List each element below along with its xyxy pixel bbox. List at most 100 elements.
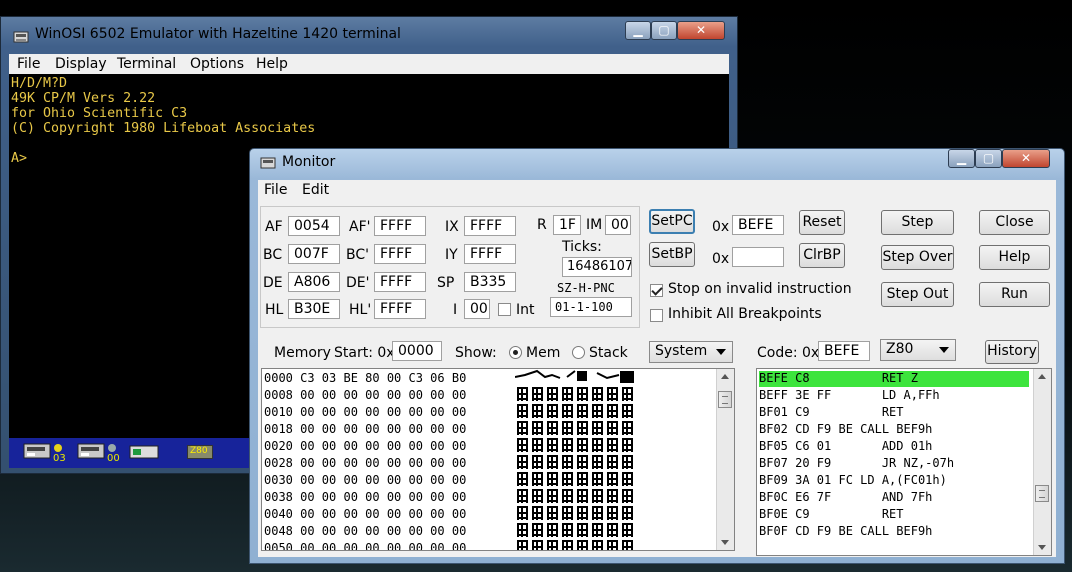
bp-value-field[interactable] [732,247,784,267]
reg-de-field[interactable]: A806 [288,272,340,292]
code-row[interactable]: BF0C E6 7F AND 7Fh [759,489,932,506]
code-row[interactable]: BF0F CD F9 BE CALL BEF9h [759,523,932,540]
code-address-field[interactable]: BEFE [818,341,870,361]
cpu-chip-label: Z80 [190,446,208,456]
reg-iy-field[interactable]: FFFF [464,244,516,264]
stop-invalid-checkbox[interactable] [650,284,663,297]
monitor-panel: AF 0054 BC 007F DE A806 HL B30E AF' FFFF… [258,200,1056,557]
minimize-icon: ▁ [956,151,967,165]
memory-start-field[interactable]: 0000 [392,341,442,361]
memory-space-select[interactable]: System [649,341,733,363]
reg-bc2-label: BC' [346,247,369,263]
menu-display[interactable]: Display [55,56,107,72]
scroll-up-icon[interactable] [1038,374,1046,379]
clr-bp-button[interactable]: ClrBP [799,243,845,268]
reg-im-field[interactable]: 00 [605,215,631,235]
chevron-down-icon [716,349,726,355]
monitor-window: Monitor ▁ ▢ ✕ File Edit AF 0054 BC 007F … [249,148,1065,564]
monitor-menu-file[interactable]: File [264,182,287,198]
scroll-up-icon[interactable] [721,374,729,379]
reg-af-field[interactable]: 0054 [288,216,340,236]
cpu-select-value: Z80 [886,341,914,357]
run-button[interactable]: Run [979,282,1050,307]
mem-radio[interactable] [509,346,522,359]
drive-b-label: 00 [107,453,120,464]
flags-header: SZ-H-PNC [557,281,615,295]
maximize-button[interactable]: ▢ [651,21,677,40]
code-row[interactable]: BF05 C6 01 ADD 01h [759,438,932,455]
code-row[interactable]: BF0E C9 RET [759,506,904,523]
monitor-close-window-button[interactable]: ✕ [1002,149,1050,168]
menu-options[interactable]: Options [190,56,244,72]
scroll-down-icon[interactable] [721,540,729,545]
drive-b-icon[interactable] [77,440,107,462]
set-bp-button[interactable]: SetBP [649,242,695,267]
monitor-maximize-button[interactable]: ▢ [975,149,1002,168]
minimize-button[interactable]: ▁ [625,21,651,40]
reg-de2-label: DE' [346,275,370,291]
code-row[interactable]: BEFE C8 RET Z [759,370,918,387]
int-checkbox[interactable] [498,303,511,316]
serial-port-icon[interactable] [129,445,159,459]
memory-scrollbar[interactable] [716,369,734,550]
code-row[interactable]: BF01 C9 RET [759,404,904,421]
monitor-title: Monitor [282,154,336,170]
step-out-button[interactable]: Step Out [881,282,954,307]
memory-row: 0050 00 00 00 00 00 00 00 00 [264,541,467,551]
reg-bc2-field[interactable]: FFFF [374,244,426,264]
reg-hl-label: HL [265,302,284,318]
step-over-button[interactable]: Step Over [881,245,954,270]
menu-file[interactable]: File [17,56,40,72]
reg-hl-field[interactable]: B30E [288,299,340,319]
memory-label: Memory [274,345,331,361]
set-pc-button[interactable]: SetPC [649,209,695,234]
reg-bc-field[interactable]: 007F [288,244,340,264]
menu-terminal[interactable]: Terminal [117,56,176,72]
inhibit-bp-checkbox[interactable] [650,309,663,322]
memory-row: 0038 00 00 00 00 00 00 00 00 [264,490,467,504]
memory-scroll-thumb[interactable] [718,391,732,408]
stack-radio[interactable] [572,346,585,359]
monitor-app-icon [260,157,276,169]
menu-help[interactable]: Help [256,56,288,72]
reg-i-field[interactable]: 00 [464,299,490,319]
memory-row: 0000 C3 03 BE 80 00 C3 06 B0 [264,371,467,385]
reg-r-field[interactable]: 1F [553,215,581,235]
disassembly-list[interactable]: BEFE C8 RET Z BEFF 3E FF LD A,FFh BF01 C… [756,368,1052,556]
close-window-button[interactable]: ✕ [677,21,725,40]
monitor-minimize-button[interactable]: ▁ [948,149,975,168]
reg-hl2-field[interactable]: FFFF [374,299,426,319]
code-scroll-thumb[interactable] [1035,485,1049,502]
memory-row: 0008 00 00 00 00 00 00 00 00 [264,388,467,402]
code-row[interactable]: BF07 20 F9 JR NZ,-07h [759,455,954,472]
close-icon: ✕ [695,23,707,37]
ticks-field: 16486107 [562,257,632,277]
code-row[interactable]: BF09 3A 01 FC LD A,(FC01h) [759,472,947,489]
reset-button[interactable]: Reset [799,210,845,235]
reg-ix-field[interactable]: FFFF [464,216,516,236]
history-button[interactable]: History [985,340,1039,364]
memory-row: 0048 00 00 00 00 00 00 00 00 [264,524,467,538]
reg-iy-label: IY [445,247,458,263]
reg-de2-field[interactable]: FFFF [374,272,426,292]
flags-field[interactable]: 01-1-100 [550,297,632,317]
pc-prefix-label: 0x [712,219,730,235]
stop-invalid-label: Stop on invalid instruction [668,281,852,297]
pc-value-field[interactable]: BEFE [732,215,784,235]
cpu-select[interactable]: Z80 [880,339,956,361]
memory-dump[interactable]: 0000 C3 03 BE 80 00 C3 06 B0 0008 00 00 … [261,368,735,551]
memory-start-label: Start: 0x [334,345,395,361]
code-label: Code: 0x [757,345,820,361]
monitor-menu-edit[interactable]: Edit [302,182,329,198]
reg-bc-label: BC [263,247,283,263]
code-row[interactable]: BEFF 3E FF LD A,FFh [759,387,940,404]
code-scrollbar[interactable] [1033,369,1051,555]
help-button[interactable]: Help [979,245,1050,270]
scroll-down-icon[interactable] [1038,545,1046,550]
step-button[interactable]: Step [881,210,954,235]
reg-af2-field[interactable]: FFFF [374,216,426,236]
reg-sp-field[interactable]: B335 [464,272,516,292]
code-row[interactable]: BF02 CD F9 BE CALL BEF9h [759,421,932,438]
close-button[interactable]: Close [979,210,1050,235]
drive-a-icon[interactable] [23,440,53,462]
